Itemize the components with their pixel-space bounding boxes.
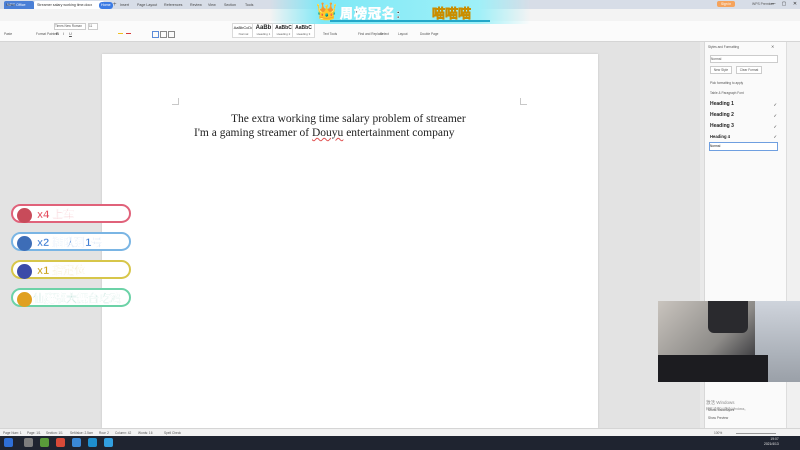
style-label: Heading 2	[276, 32, 291, 36]
banner-value: 喵喵喵	[432, 6, 472, 22]
format-painter-button[interactable]: Format Painter	[36, 32, 57, 36]
current-style-field[interactable]: Normal	[710, 55, 778, 63]
check-icon: ✓	[773, 113, 777, 118]
gift-pill: x2 插队到1号	[11, 232, 131, 251]
style-label: Heading 3	[296, 32, 311, 36]
gift-avatar-icon	[17, 236, 32, 251]
paragraph-text: I'm a gaming streamer of	[194, 127, 312, 139]
style-heading-3[interactable]: AaBbC Heading 3	[292, 23, 315, 38]
panel-styles-heading[interactable]: Table & Paragraph Font	[710, 91, 744, 95]
heading-label: Heading 2	[710, 112, 734, 118]
minimize-button[interactable]: —	[768, 0, 778, 9]
font-name-select[interactable]: Times New Roman	[54, 23, 86, 30]
task-view-icon[interactable]	[24, 438, 33, 447]
gift-pill-text: x2 插队到1号	[37, 237, 103, 249]
system-clock[interactable]: 19:07 2021/4/13	[764, 437, 779, 447]
menu-review[interactable]: Review	[188, 2, 204, 9]
app-icon[interactable]	[88, 438, 97, 447]
margin-corner-marker	[520, 98, 527, 105]
clear-format-button[interactable]: Clear Format	[736, 66, 762, 74]
highlight-icon[interactable]	[118, 33, 123, 34]
app-icon[interactable]	[40, 438, 49, 447]
app-icon[interactable]	[56, 438, 65, 447]
menu-home[interactable]: Home	[99, 2, 113, 9]
tab-document[interactable]: Streamer salary working time.docx	[34, 1, 104, 9]
align-right-icon[interactable]	[168, 31, 175, 38]
font-size-select[interactable]: 11	[88, 23, 98, 30]
document-paragraph[interactable]: I'm a gaming streamer of Douyu entertain…	[194, 127, 454, 139]
heading-label: Heading 1	[710, 101, 734, 107]
check-icon: ✓	[773, 124, 777, 129]
close-button[interactable]: ✕	[790, 0, 800, 9]
menu-view[interactable]: View	[206, 2, 218, 9]
gift-pill: x1 指定位	[11, 260, 131, 279]
app-icon[interactable]	[104, 438, 113, 447]
new-style-button[interactable]: New Style	[710, 66, 732, 74]
gift-pill: x4 上车	[11, 204, 131, 223]
start-icon[interactable]	[4, 438, 13, 447]
layout-button[interactable]: Layout	[398, 32, 408, 36]
panel-section-label: Pick formatting to apply	[710, 81, 744, 85]
gift-avatar-icon	[17, 292, 32, 307]
maximize-button[interactable]: ▢	[779, 0, 789, 9]
menu-page-layout[interactable]: Page Layout	[135, 2, 159, 9]
zoom-slider[interactable]	[736, 433, 776, 434]
menu-tools[interactable]: Tools	[243, 2, 255, 9]
clock-date: 2021/4/13	[764, 442, 779, 446]
text-tools-button[interactable]: Text Tools	[323, 32, 337, 36]
italic-icon[interactable]: I	[63, 31, 64, 36]
panel-heading-3[interactable]: Heading 3 ✓	[710, 122, 778, 131]
heading-label: Heading 3	[710, 123, 734, 129]
panel-title: Styles and Formatting	[708, 45, 740, 49]
underline-icon[interactable]: U	[69, 31, 72, 36]
menu-main[interactable]: Menu	[4, 2, 17, 9]
panel-heading-2[interactable]: Heading 2 ✓	[710, 111, 778, 120]
margin-corner-marker	[172, 98, 179, 105]
menu-references[interactable]: References	[162, 2, 184, 9]
new-tab-icon[interactable]: +	[113, 1, 117, 9]
gift-avatar-icon	[17, 208, 32, 223]
double-page-button[interactable]: Double Page	[420, 32, 438, 36]
check-icon: ✓	[773, 134, 777, 139]
gift-pill-text: x4 上车	[37, 209, 75, 221]
sign-in-button[interactable]: Sign in	[717, 1, 735, 7]
panel-close-icon[interactable]: ✕	[771, 44, 774, 49]
select-button[interactable]: Select	[380, 32, 389, 36]
panel-normal-style[interactable]: Normal	[709, 142, 778, 151]
document-page[interactable]	[102, 54, 598, 428]
gift-avatar-icon	[17, 264, 32, 279]
style-sample: AaBb	[255, 25, 272, 31]
paragraph-text: entertainment company	[343, 127, 455, 139]
menu-section[interactable]: Section	[222, 2, 238, 9]
style-label: Heading 1	[256, 32, 271, 36]
check-icon: ✓	[773, 102, 777, 107]
align-left-icon[interactable]	[152, 31, 159, 38]
crown-icon: 👑	[316, 2, 338, 21]
panel-heading-1[interactable]: Heading 1 ✓	[710, 100, 778, 109]
gift-pill: 仙魔班大舞台吃鸡	[11, 288, 131, 307]
style-sample: AaBbCcDd	[233, 25, 254, 30]
webcam-person	[708, 301, 748, 333]
heading-label: Heading 4	[710, 134, 731, 139]
style-sample: AaBbC	[295, 25, 312, 31]
banner-label: 周榜冠名:	[340, 6, 402, 22]
spellcheck-word: Douyu	[312, 127, 344, 139]
windows-activation-hint: 转到"设置"以激活 Windows。	[706, 407, 748, 411]
windows-taskbar	[0, 436, 800, 450]
document-title[interactable]: The extra working time salary problem of…	[231, 113, 466, 125]
font-color-icon[interactable]	[126, 33, 131, 34]
app-icon[interactable]	[72, 438, 81, 447]
panel-preview-checkbox[interactable]: Show Preview	[708, 416, 728, 420]
menu-insert[interactable]: Insert	[118, 2, 131, 9]
webcam-desk	[658, 355, 768, 382]
style-label: Normal	[238, 32, 249, 36]
style-sample: AaBbC	[275, 25, 292, 31]
bold-icon[interactable]: B	[56, 31, 59, 36]
align-center-icon[interactable]	[160, 31, 167, 38]
panel-heading-4[interactable]: Heading 4 ✓	[710, 132, 778, 141]
paste-button[interactable]: Paste	[4, 32, 12, 36]
gift-pill-text: 仙魔班大舞台吃鸡	[33, 293, 121, 305]
gift-pill-text: x1 指定位	[37, 265, 86, 277]
